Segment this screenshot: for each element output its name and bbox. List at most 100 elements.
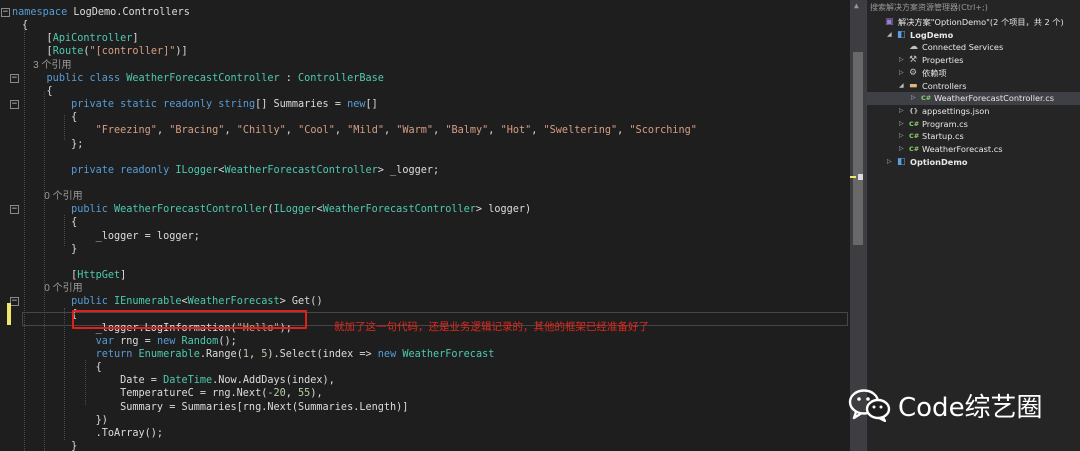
reference-count-text[interactable]: 3 个引用 — [22, 60, 71, 71]
code-line: } — [22, 243, 77, 256]
solution-tree-item[interactable]: ◢ ▬ Controllers — [867, 80, 1080, 93]
collapse-icon[interactable]: − — [10, 100, 19, 110]
reference-count[interactable]: 0 个引用 — [22, 282, 82, 295]
solution-tree-item-label: Program.cs — [922, 118, 968, 129]
reference-count-text[interactable]: 0 个引用 — [22, 191, 82, 202]
code-line: { — [22, 361, 102, 374]
solution-tree-item[interactable]: ▷ C# Startup.cs — [867, 130, 1080, 143]
code-line: return Enumerable.Range(1, 5).Select(ind… — [22, 348, 495, 361]
collapse-icon[interactable]: − — [10, 73, 19, 83]
solution-tree-item[interactable]: ▣ 解决方案"OptionDemo"(2 个项目，共 2 个) — [867, 16, 1080, 29]
scrollbar-thumb[interactable] — [853, 52, 863, 245]
expanded-arrow-icon[interactable]: ◢ — [899, 80, 904, 93]
code-token: private static readonly string — [71, 99, 256, 111]
solution-tree-item-label: Startup.cs — [922, 131, 964, 142]
collapsed-arrow-icon[interactable]: ▷ — [899, 67, 904, 80]
code-line: { — [22, 111, 77, 124]
solution-tree-item-label: OptionDemo — [910, 156, 968, 167]
solution-tree-item[interactable]: ◢ ◧ LogDemo — [867, 29, 1080, 42]
code-token: Route — [52, 46, 84, 58]
solution-tree-item[interactable]: ☁ Connected Services — [867, 41, 1080, 54]
collapse-icon[interactable]: − — [1, 8, 10, 17]
collapsed-arrow-icon[interactable]: ▷ — [911, 92, 916, 105]
solution-tree-item-label: Connected Services — [922, 42, 1004, 53]
code-token: "Warm" — [396, 125, 434, 137]
code-token: ApiController — [52, 33, 133, 45]
scrollbar-change-mark — [850, 176, 856, 178]
annotation-highlight-box — [72, 310, 307, 329]
code-token: .Range( — [199, 348, 243, 360]
code-token: [ — [22, 270, 78, 281]
code-token: public — [71, 296, 115, 308]
dependencies-icon: ⚙ — [909, 67, 918, 78]
code-token: , — [531, 125, 544, 137]
code-token: "Cool" — [298, 125, 335, 137]
collapsed-arrow-icon[interactable]: ▷ — [899, 105, 904, 118]
collapsed-arrow-icon[interactable]: ▷ — [899, 118, 904, 131]
code-token: , — [285, 388, 299, 400]
solution-tree-item-label: Controllers — [922, 80, 967, 91]
annotation-text: 就加了这一句代码，还是业务逻辑记录的，其他的框架已经准备好了 — [334, 321, 649, 333]
collapsed-arrow-icon[interactable]: ▷ — [899, 130, 904, 143]
code-token: private readonly — [71, 164, 176, 176]
code-editor[interactable]: − − − − − namespace LogDemo.Controllers{ [Ap… — [0, 0, 850, 451]
solution-tree-item[interactable]: ▷ {} appsettings.json — [867, 105, 1080, 118]
reference-count-text[interactable]: 0 个引用 — [22, 283, 82, 294]
code-token: ] — [120, 270, 127, 281]
code-line: { — [22, 308, 77, 321]
collapsed-arrow-icon[interactable]: ▷ — [899, 54, 904, 67]
expanded-arrow-icon[interactable]: ◢ — [887, 29, 892, 42]
code-line: "Freezing", "Bracing", "Chilly", "Cool",… — [22, 124, 697, 137]
editor-vertical-scrollbar[interactable]: ▲ — [850, 0, 866, 451]
code-token: WeatherForecast — [402, 348, 495, 360]
csharp-file-icon: C# — [909, 119, 920, 128]
solution-tree-item[interactable]: ▷ C# WeatherForecast.cs — [867, 143, 1080, 156]
code-token: "[controller]" — [89, 46, 176, 58]
code-token: 55 — [298, 388, 311, 400]
change-marker — [7, 303, 11, 325]
solution-tree-item[interactable]: ▷ C# WeatherForecastController.cs — [867, 92, 1080, 105]
solution-tree-item-label: appsettings.json — [922, 105, 990, 116]
code-token: { — [22, 20, 29, 32]
scroll-up-arrow-icon[interactable]: ▲ — [854, 1, 859, 10]
wechat-icon — [848, 389, 891, 422]
code-token: WeatherForecastController — [114, 204, 268, 216]
code-token: , — [224, 125, 237, 137]
code-token: return — [95, 348, 139, 360]
code-token: .ToArray(); — [22, 427, 164, 439]
code-token: WeatherForecastController — [126, 72, 280, 84]
code-token: Enumerable — [138, 348, 200, 360]
code-token: Date = — [22, 375, 164, 387]
code-token: { — [22, 112, 78, 124]
solution-search-input[interactable]: 搜索解决方案资源管理器(Ctrl+;) — [870, 2, 1078, 14]
code-token: "Sweltering" — [543, 125, 618, 137]
solution-tree-item[interactable]: ▷ ⚒ Properties — [867, 54, 1080, 67]
reference-count[interactable]: 0 个引用 — [22, 190, 82, 203]
code-token: } — [22, 243, 78, 255]
collapsed-arrow-icon[interactable]: ▷ — [899, 143, 904, 156]
code-token: , — [383, 125, 397, 137]
code-token: var — [95, 335, 115, 347]
solution-tree-item[interactable]: ▷ ⚙ 依赖项 — [867, 67, 1080, 80]
code-line: [HttpGet] — [22, 269, 126, 282]
code-line: public IEnumerable<WeatherForecast> Get(… — [22, 295, 323, 308]
solution-tree-item[interactable]: ▷ ◧ OptionDemo — [867, 156, 1080, 169]
collapse-icon[interactable]: − — [10, 297, 19, 307]
collapse-icon[interactable]: − — [10, 205, 19, 215]
solution-tree-item-label: 解决方案"OptionDemo"(2 个项目，共 2 个) — [898, 17, 1064, 27]
solution-tree-item[interactable]: ▷ C# Program.cs — [867, 118, 1080, 131]
code-token: (); — [218, 335, 237, 347]
code-token: new — [347, 99, 366, 111]
collapsed-arrow-icon[interactable]: ▷ — [887, 156, 892, 169]
code-token: ILogger — [273, 204, 317, 216]
code-token: Random — [181, 335, 219, 347]
code-token: "Chilly" — [236, 125, 286, 137]
code-line: { — [22, 19, 28, 32]
reference-count[interactable]: 3 个引用 — [22, 59, 71, 72]
csharp-file-icon: C# — [909, 145, 920, 153]
code-token: new — [156, 335, 182, 347]
